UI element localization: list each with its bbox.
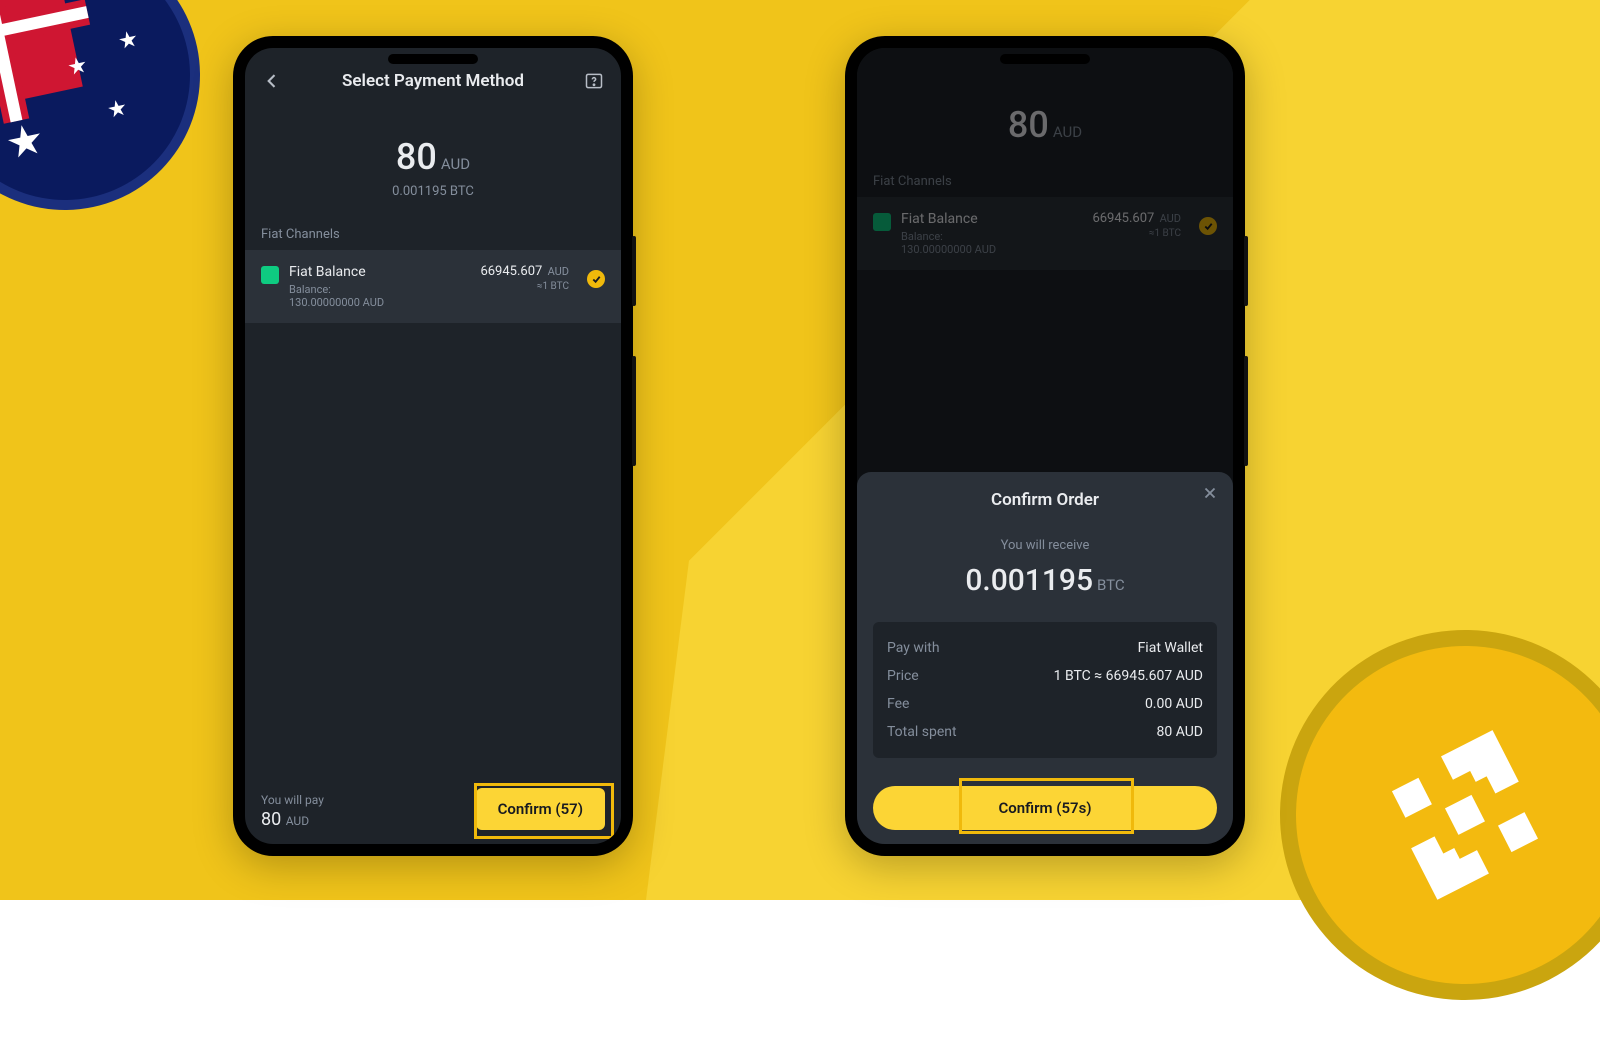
- amount-subtext: 0.001195 BTC: [245, 184, 621, 199]
- confirm-order-button[interactable]: Confirm (57s): [873, 786, 1217, 830]
- detail-row-price: Price 1 BTC ≈ 66945.607 AUD: [887, 662, 1203, 690]
- receive-label: You will receive: [873, 538, 1217, 553]
- confirm-button[interactable]: Confirm (57): [476, 788, 605, 830]
- pay-currency: AUD: [286, 814, 309, 828]
- confirm-order-sheet: Confirm Order You will receive 0.001195B…: [857, 472, 1233, 844]
- cash-icon: [261, 266, 279, 284]
- fiat-channels-label: Fiat Channels: [245, 209, 621, 250]
- binance-logo-icon: [1348, 698, 1582, 932]
- order-details-card: Pay with Fiat Wallet Price 1 BTC ≈ 66945…: [873, 622, 1217, 758]
- receive-value: 0.001195: [965, 563, 1093, 598]
- channel-name: Fiat Balance: [289, 264, 470, 280]
- detail-row-total: Total spent 80 AUD: [887, 718, 1203, 746]
- receive-unit: BTC: [1097, 576, 1125, 594]
- sheet-title: Confirm Order: [873, 490, 1217, 510]
- channel-rate-sub: ≈1 BTC: [480, 281, 569, 292]
- you-will-pay-label: You will pay: [261, 793, 324, 807]
- amount-display: 80AUD 0.001195 BTC: [245, 102, 621, 209]
- detail-row-fee: Fee 0.00 AUD: [887, 690, 1203, 718]
- phone-mockup-right: 80AUD Fiat Channels Fiat Balance Balance…: [845, 36, 1245, 856]
- help-icon[interactable]: [583, 70, 605, 92]
- phone-mockup-left: Select Payment Method 80AUD 0.001195 BTC…: [233, 36, 633, 856]
- amount-currency: AUD: [441, 155, 470, 173]
- back-icon[interactable]: [261, 70, 283, 92]
- channel-balance-value: 130.00000000 AUD: [289, 296, 470, 309]
- channel-rate-currency: AUD: [548, 265, 569, 278]
- detail-row-paywith: Pay with Fiat Wallet: [887, 634, 1203, 662]
- channel-balance-label: Balance:: [289, 283, 470, 296]
- page-title: Select Payment Method: [342, 71, 524, 91]
- amount-value: 80: [396, 136, 437, 178]
- bottom-action-bar: You will pay 80 AUD Confirm (57): [245, 778, 621, 844]
- selected-check-icon: [587, 270, 605, 288]
- channel-rate: 66945.607: [480, 264, 542, 279]
- close-icon[interactable]: [1201, 484, 1219, 506]
- pay-amount: 80: [261, 809, 281, 830]
- payment-channel-fiat-balance[interactable]: Fiat Balance Balance: 130.00000000 AUD 6…: [245, 250, 621, 323]
